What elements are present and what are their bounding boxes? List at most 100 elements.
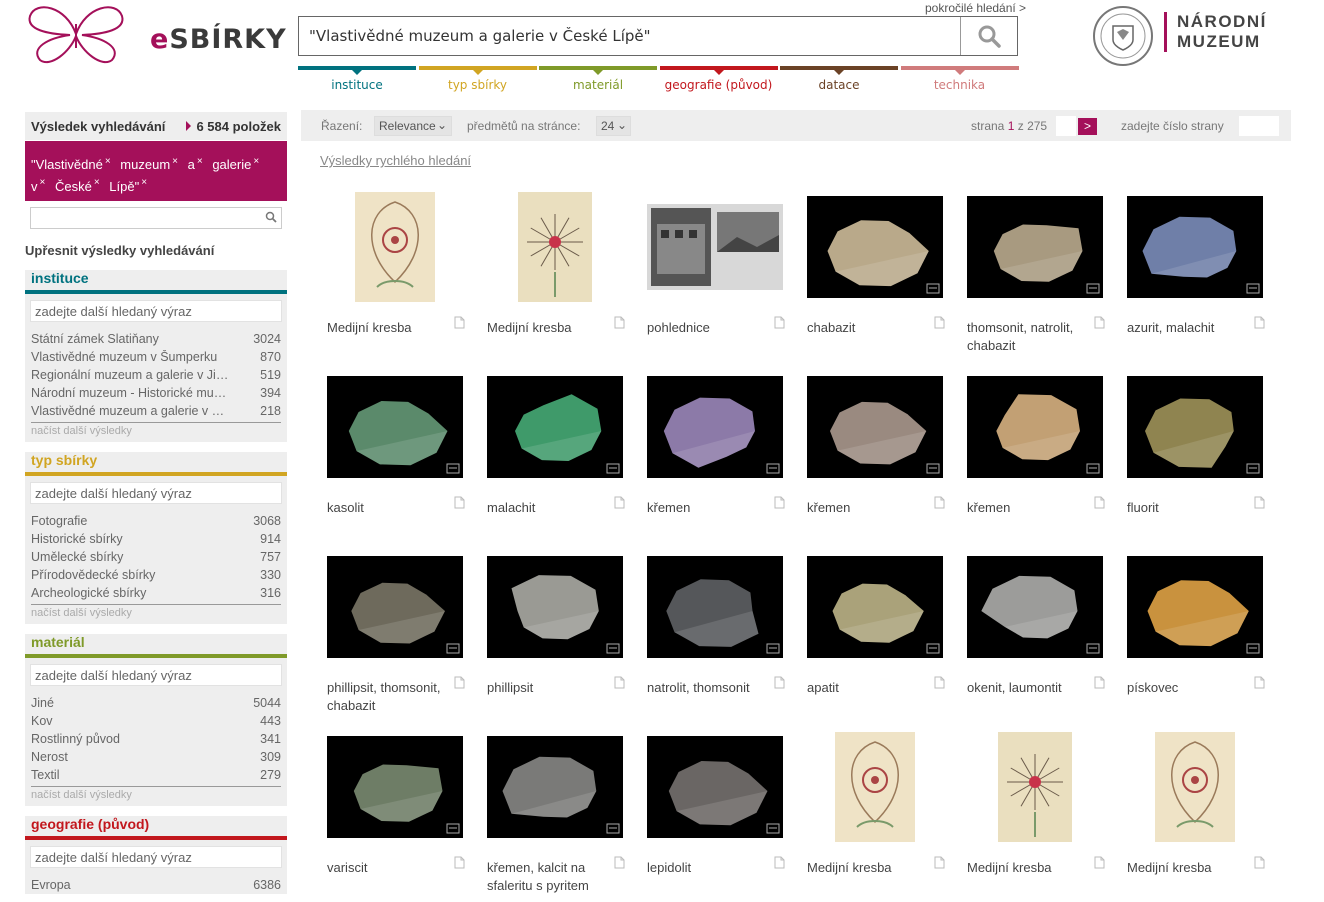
result-card[interactable]: křemen bbox=[638, 372, 793, 542]
facet-search-input[interactable]: zadejte další hledaný výraz bbox=[30, 482, 282, 504]
result-card[interactable]: azurit, malachit bbox=[1118, 192, 1273, 362]
result-thumbnail[interactable] bbox=[807, 732, 943, 842]
result-card[interactable]: variscit bbox=[318, 732, 473, 902]
query-tag[interactable]: galerie × bbox=[212, 156, 259, 172]
result-thumbnail[interactable] bbox=[807, 552, 943, 662]
facet-row[interactable]: Archeologické sbírky 316 bbox=[31, 584, 281, 602]
result-thumbnail[interactable] bbox=[1127, 192, 1263, 302]
result-title[interactable]: thomsonit, natrolit, chabazit bbox=[967, 319, 1087, 355]
result-title[interactable]: kasolit bbox=[327, 499, 447, 517]
result-thumbnail[interactable] bbox=[647, 732, 783, 842]
result-card[interactable]: Medijní kresba bbox=[798, 732, 953, 902]
query-tag[interactable]: Lípě" × bbox=[109, 177, 147, 193]
result-title[interactable]: Medijní kresba bbox=[327, 319, 447, 337]
result-thumbnail[interactable] bbox=[327, 552, 463, 662]
result-title[interactable]: křemen bbox=[807, 499, 927, 517]
result-card[interactable]: křemen bbox=[958, 372, 1113, 542]
facet-row[interactable]: Evropa 6386 bbox=[31, 876, 281, 894]
result-card[interactable]: natrolit, thomsonit bbox=[638, 552, 793, 722]
result-thumbnail[interactable] bbox=[327, 192, 463, 302]
load-more-link[interactable]: načíst další výsledky bbox=[31, 422, 281, 437]
facet-row[interactable]: Přírodovědecké sbírky 330 bbox=[31, 566, 281, 584]
query-tag[interactable]: muzeum × bbox=[120, 156, 178, 172]
result-title[interactable]: křemen bbox=[647, 499, 767, 517]
result-thumbnail[interactable] bbox=[967, 192, 1103, 302]
facet-row[interactable]: Textil 279 bbox=[31, 766, 281, 784]
query-tag[interactable]: "Vlastivědné × bbox=[31, 156, 111, 172]
result-title[interactable]: Medijní kresba bbox=[967, 859, 1087, 877]
result-card[interactable]: pískovec bbox=[1118, 552, 1273, 722]
facet-search-input[interactable]: zadejte další hledaný výraz bbox=[30, 664, 282, 686]
result-card[interactable]: kasolit bbox=[318, 372, 473, 542]
result-title[interactable]: phillipsit bbox=[487, 679, 607, 697]
result-thumbnail[interactable] bbox=[807, 192, 943, 302]
tab-0[interactable]: instituce bbox=[298, 66, 416, 96]
facet-row[interactable]: Rostlinný původ 341 bbox=[31, 730, 281, 748]
result-thumbnail[interactable] bbox=[327, 372, 463, 482]
search-icon[interactable] bbox=[265, 210, 277, 228]
facet-row[interactable]: Fotografie 3068 bbox=[31, 512, 281, 530]
result-thumbnail[interactable] bbox=[647, 192, 783, 302]
result-title[interactable]: azurit, malachit bbox=[1127, 319, 1247, 337]
result-title[interactable]: phillipsit, thomsonit, chabazit bbox=[327, 679, 447, 715]
remove-tag-icon[interactable]: × bbox=[197, 156, 203, 167]
result-title[interactable]: Medijní kresba bbox=[1127, 859, 1247, 877]
next-page-button[interactable]: > bbox=[1078, 118, 1097, 135]
facet-row[interactable]: Státní zámek Slatiňany 3024 bbox=[31, 330, 281, 348]
result-thumbnail[interactable] bbox=[967, 732, 1103, 842]
tab-5[interactable]: technika bbox=[900, 66, 1019, 96]
remove-tag-icon[interactable]: × bbox=[40, 177, 46, 188]
remove-tag-icon[interactable]: × bbox=[105, 156, 111, 167]
result-title[interactable]: apatit bbox=[807, 679, 927, 697]
result-thumbnail[interactable] bbox=[967, 372, 1103, 482]
remove-tag-icon[interactable]: × bbox=[172, 156, 178, 167]
result-thumbnail[interactable] bbox=[807, 372, 943, 482]
facet-search-input[interactable]: zadejte další hledaný výraz bbox=[30, 300, 282, 322]
result-thumbnail[interactable] bbox=[487, 372, 623, 482]
esbirky-logo[interactable]: eSBÍRKY bbox=[26, 4, 286, 66]
result-thumbnail[interactable] bbox=[1127, 372, 1263, 482]
result-title[interactable]: pohlednice bbox=[647, 319, 767, 337]
result-title[interactable]: křemen bbox=[967, 499, 1087, 517]
result-card[interactable]: Medijní kresba bbox=[958, 732, 1113, 902]
result-title[interactable]: okenit, laumontit bbox=[967, 679, 1087, 697]
load-more-link[interactable]: načíst další výsledky bbox=[31, 604, 281, 619]
per-page-select[interactable]: 24 ⌄ bbox=[596, 116, 631, 136]
result-title[interactable]: Medijní kresba bbox=[807, 859, 927, 877]
facet-title[interactable]: typ sbírky bbox=[31, 452, 97, 468]
tab-2[interactable]: materiál bbox=[539, 66, 657, 96]
tab-3[interactable]: geografie (původ) bbox=[659, 66, 778, 96]
prev-page-button[interactable] bbox=[1056, 116, 1076, 136]
page-number-input[interactable] bbox=[1239, 116, 1279, 136]
facet-title[interactable]: materiál bbox=[31, 634, 85, 650]
result-thumbnail[interactable] bbox=[487, 192, 623, 302]
result-card[interactable]: Medijní kresba bbox=[478, 192, 633, 362]
result-card[interactable]: okenit, laumontit bbox=[958, 552, 1113, 722]
query-tag[interactable]: a × bbox=[188, 156, 203, 172]
result-title[interactable]: chabazit bbox=[807, 319, 927, 337]
result-card[interactable]: fluorit bbox=[1118, 372, 1273, 542]
remove-tag-icon[interactable]: × bbox=[141, 177, 147, 188]
result-thumbnail[interactable] bbox=[647, 552, 783, 662]
result-thumbnail[interactable] bbox=[1127, 552, 1263, 662]
result-title[interactable]: natrolit, thomsonit bbox=[647, 679, 767, 697]
facet-row[interactable]: Jiné 5044 bbox=[31, 694, 281, 712]
result-card[interactable]: malachit bbox=[478, 372, 633, 542]
search-input[interactable] bbox=[299, 17, 959, 55]
facet-row[interactable]: Regionální muzeum a galerie v Jičíně 519 bbox=[31, 366, 281, 384]
facet-row[interactable]: Umělecké sbírky 757 bbox=[31, 548, 281, 566]
result-card[interactable]: křemen bbox=[798, 372, 953, 542]
remove-tag-icon[interactable]: × bbox=[94, 177, 100, 188]
result-card[interactable]: chabazit bbox=[798, 192, 953, 362]
facet-row[interactable]: Kov 443 bbox=[31, 712, 281, 730]
result-card[interactable]: Medijní kresba bbox=[1118, 732, 1273, 902]
facet-title[interactable]: instituce bbox=[31, 270, 89, 286]
result-title[interactable]: variscit bbox=[327, 859, 447, 877]
facet-search-input[interactable]: zadejte další hledaný výraz bbox=[30, 846, 282, 868]
result-title[interactable]: Medijní kresba bbox=[487, 319, 607, 337]
quick-results-link[interactable]: Výsledky rychlého hledání bbox=[320, 153, 471, 168]
load-more-link[interactable]: načíst další výsledky bbox=[31, 786, 281, 801]
sort-select[interactable]: Relevance ⌄ bbox=[374, 116, 452, 136]
facet-row[interactable]: Národní muzeum - Historické muzeum 394 bbox=[31, 384, 281, 402]
result-card[interactable]: pohlednice bbox=[638, 192, 793, 362]
